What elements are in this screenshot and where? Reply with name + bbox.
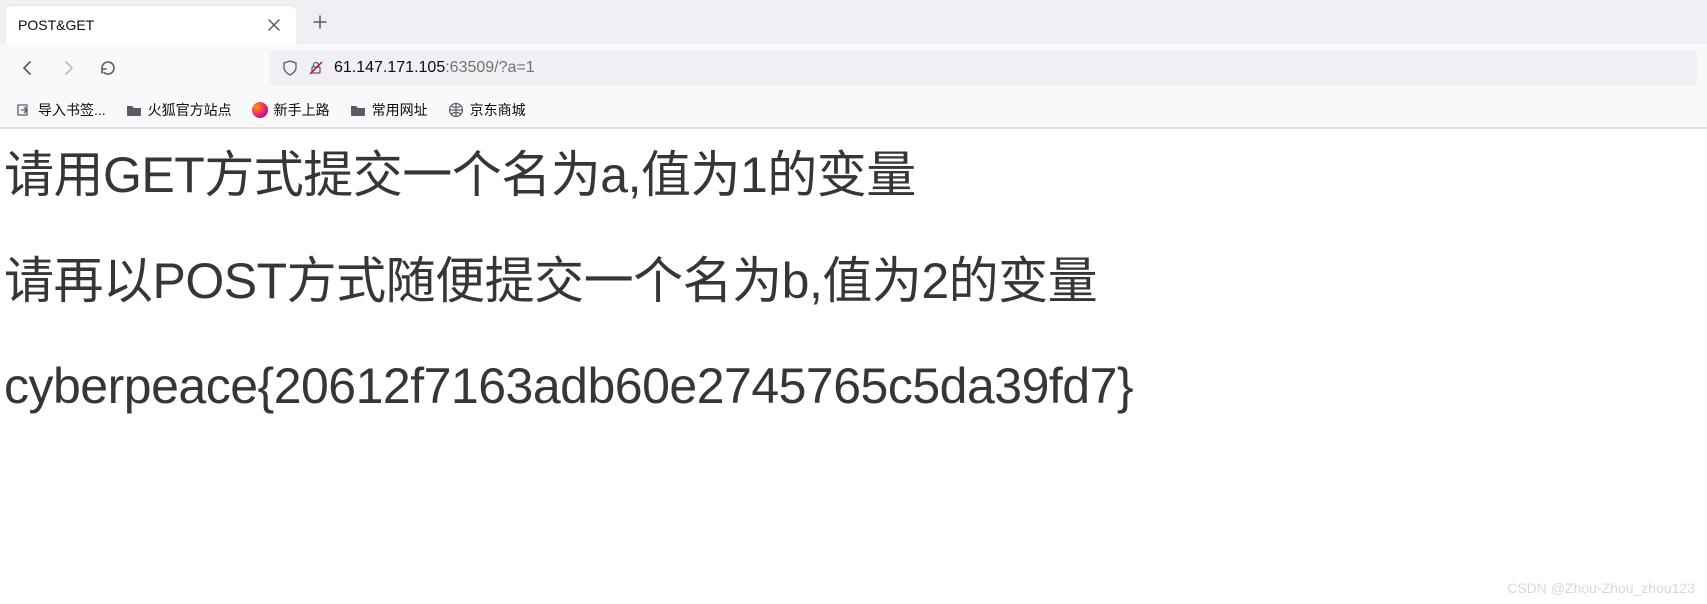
bookmark-label: 常用网址 — [372, 100, 428, 120]
bookmark-label: 导入书签... — [38, 100, 106, 120]
firefox-icon — [252, 102, 268, 118]
url-text: 61.147.171.105:63509/?a=1 — [334, 59, 535, 77]
page-content: 请用GET方式提交一个名为a,值为1的变量 请再以POST方式随便提交一个名为b… — [0, 129, 1707, 482]
watermark: CSDN @Zhou-Zhou_zhou123 — [1507, 580, 1695, 596]
back-button[interactable] — [10, 50, 46, 86]
tab-active[interactable]: POST&GET — [6, 6, 296, 44]
folder-icon — [350, 102, 366, 118]
forward-button[interactable] — [50, 50, 86, 86]
bookmark-getting-started[interactable]: 新手上路 — [246, 96, 336, 124]
bookmark-jd[interactable]: 京东商城 — [442, 96, 532, 124]
import-icon — [16, 102, 32, 118]
content-line-3: cyberpeace{20612f7163adb60e2745765c5da39… — [4, 358, 1703, 416]
bookmark-label: 新手上路 — [274, 100, 330, 120]
bookmark-import[interactable]: 导入书签... — [10, 96, 112, 124]
tab-bar: POST&GET — [0, 0, 1707, 44]
reload-button[interactable] — [90, 50, 126, 86]
browser-chrome: POST&GET — [0, 0, 1707, 129]
insecure-lock-icon — [308, 60, 324, 76]
nav-bar: 61.147.171.105:63509/?a=1 — [0, 44, 1707, 92]
bookmark-common-urls[interactable]: 常用网址 — [344, 96, 434, 124]
bookmark-label: 火狐官方站点 — [148, 100, 232, 120]
shield-icon — [282, 60, 298, 76]
bookmark-label: 京东商城 — [470, 100, 526, 120]
folder-icon — [126, 102, 142, 118]
url-path: :63509/?a=1 — [445, 59, 534, 77]
url-bar[interactable]: 61.147.171.105:63509/?a=1 — [270, 50, 1697, 86]
bookmarks-bar: 导入书签... 火狐官方站点 新手上路 常用网址 京东商城 — [0, 92, 1707, 128]
content-line-2: 请再以POST方式随便提交一个名为b,值为2的变量 — [4, 253, 1703, 311]
url-host: 61.147.171.105 — [334, 59, 445, 77]
content-line-1: 请用GET方式提交一个名为a,值为1的变量 — [4, 147, 1703, 205]
new-tab-button[interactable] — [304, 6, 336, 38]
bookmark-firefox-official[interactable]: 火狐官方站点 — [120, 96, 238, 124]
tab-title: POST&GET — [18, 17, 264, 33]
globe-icon — [448, 102, 464, 118]
close-icon[interactable] — [264, 15, 284, 35]
